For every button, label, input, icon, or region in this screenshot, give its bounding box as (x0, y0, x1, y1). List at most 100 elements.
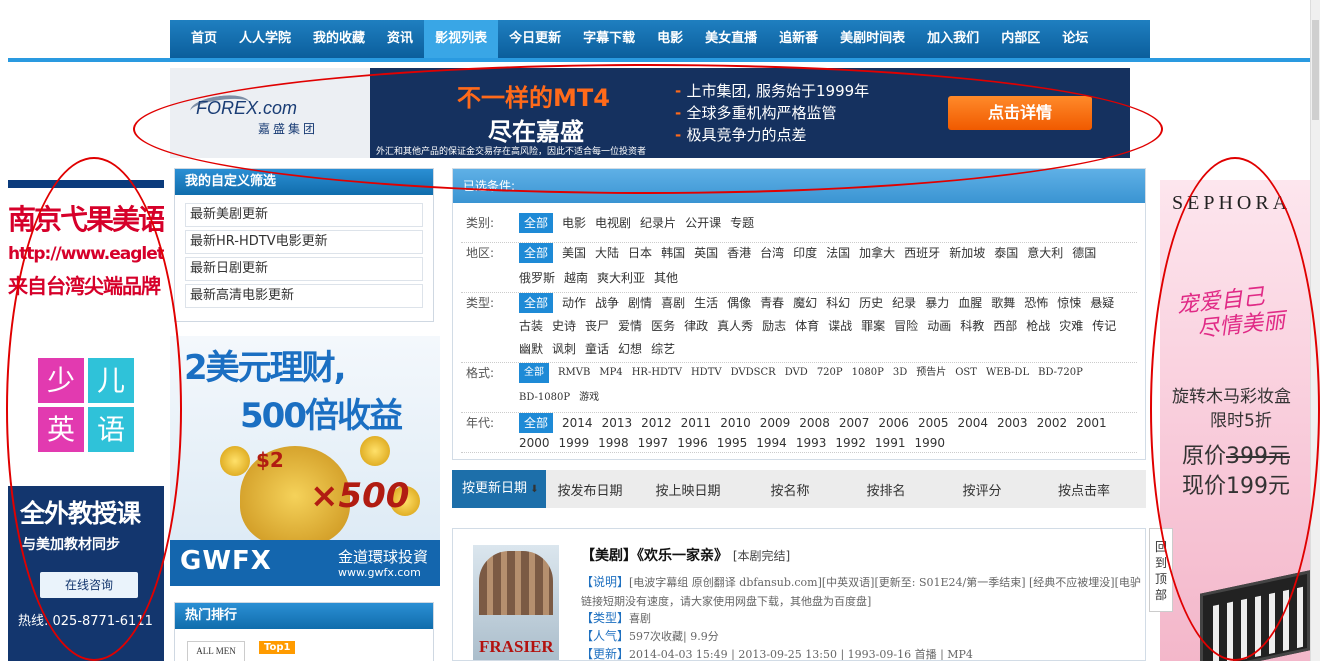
filter-option[interactable]: 全部 (519, 363, 549, 383)
filter-option[interactable]: 幻想 (618, 339, 642, 359)
filter-option[interactable]: 新加坡 (949, 243, 985, 263)
filter-option[interactable]: 加拿大 (859, 243, 895, 263)
filter-option[interactable]: 全部 (519, 293, 554, 313)
filter-option[interactable]: 纪录 (892, 293, 916, 313)
filter-option[interactable]: 泰国 (994, 243, 1018, 263)
filter-option[interactable]: 史诗 (552, 316, 576, 336)
nav-item[interactable]: 美女直播 (694, 20, 768, 58)
nav-item[interactable]: 电影 (646, 20, 694, 58)
filter-option[interactable]: 纪录片 (640, 213, 676, 233)
filter-option[interactable]: 谍战 (828, 316, 852, 336)
filter-option[interactable]: BD-1080P (519, 388, 570, 408)
filter-option[interactable]: 体育 (795, 316, 819, 336)
nav-item[interactable]: 字幕下载 (572, 20, 646, 58)
filter-option[interactable]: 喜剧 (661, 293, 685, 313)
filter-option[interactable]: 战争 (595, 293, 619, 313)
filter-option[interactable]: 2011 (681, 413, 712, 433)
filter-option[interactable]: 全部 (519, 243, 554, 263)
filter-option[interactable]: 1990 (914, 433, 945, 453)
nav-item[interactable]: 内部区 (990, 20, 1051, 58)
show-poster[interactable]: FRASIER (473, 545, 559, 660)
sort-option[interactable]: 按排名 (838, 480, 934, 499)
custom-filter-item[interactable]: 最新日剧更新 (185, 257, 423, 281)
filter-option[interactable]: 电视剧 (595, 213, 631, 233)
filter-option[interactable]: 全部 (519, 213, 554, 233)
filter-option[interactable]: 1994 (756, 433, 787, 453)
filter-option[interactable]: 冒险 (894, 316, 918, 336)
filter-option[interactable]: 2004 (957, 413, 988, 433)
nav-item[interactable]: 影视列表 (424, 20, 499, 58)
filter-option[interactable]: 印度 (793, 243, 817, 263)
custom-filter-item[interactable]: 最新高清电影更新 (185, 284, 423, 308)
scrollbar-thumb[interactable] (1312, 20, 1319, 120)
filter-option[interactable]: 德国 (1072, 243, 1096, 263)
filter-option[interactable]: 综艺 (651, 339, 675, 359)
filter-option[interactable]: 2013 (602, 413, 633, 433)
filter-option[interactable]: 历史 (859, 293, 883, 313)
custom-filter-item[interactable]: 最新美剧更新 (185, 203, 423, 227)
filter-option[interactable]: 动作 (562, 293, 586, 313)
hot-ranking-thumbnail[interactable]: ALL MEN (187, 641, 245, 661)
filter-option[interactable]: 惊悚 (1057, 293, 1081, 313)
filter-option[interactable]: 爽大利亚 (597, 268, 645, 288)
filter-option[interactable]: 悬疑 (1090, 293, 1114, 313)
filter-option[interactable]: 1992 (835, 433, 866, 453)
filter-option[interactable]: 英国 (694, 243, 718, 263)
sort-option[interactable]: 按上映日期 (634, 480, 742, 499)
filter-option[interactable]: OST (955, 363, 977, 383)
left-side-ad[interactable]: 南京弋果美语 http://www.eagletw.cn 来自台湾尖端品牌 少 … (8, 180, 164, 661)
forex-details-button[interactable]: 点击详情 (948, 96, 1092, 130)
filter-option[interactable]: 1991 (875, 433, 906, 453)
filter-option[interactable]: 其他 (654, 268, 678, 288)
filter-option[interactable]: 西班牙 (904, 243, 940, 263)
filter-option[interactable]: 励志 (762, 316, 786, 336)
nav-item[interactable]: 追新番 (768, 20, 829, 58)
custom-filter-item[interactable]: 最新HR-HDTV电影更新 (185, 230, 423, 254)
filter-option[interactable]: 2009 (760, 413, 791, 433)
nav-item[interactable]: 首页 (180, 20, 228, 58)
filter-option[interactable]: 全部 (519, 413, 554, 433)
filter-option[interactable]: 青春 (760, 293, 784, 313)
filter-option[interactable]: 枪战 (1026, 316, 1050, 336)
filter-option[interactable]: 1993 (796, 433, 827, 453)
sort-option[interactable]: 按评分 (934, 480, 1030, 499)
filter-option[interactable]: RMVB (558, 363, 590, 383)
filter-option[interactable]: 俄罗斯 (519, 268, 555, 288)
filter-option[interactable]: HDTV (691, 363, 722, 383)
filter-option[interactable]: 3D (893, 363, 907, 383)
filter-option[interactable]: 古装 (519, 316, 543, 336)
filter-option[interactable]: 科教 (960, 316, 984, 336)
filter-option[interactable]: 罪案 (861, 316, 885, 336)
filter-option[interactable]: 生活 (694, 293, 718, 313)
right-side-ad[interactable]: SEPHORA 宠爱自己 尽情美丽 旋转木马彩妆盒 限时5折 原价399元 现价… (1160, 180, 1310, 661)
nav-item[interactable]: 资讯 (376, 20, 424, 58)
show-title-text[interactable]: 【美剧】《欢乐一家亲》 (581, 548, 728, 564)
filter-option[interactable]: 游戏 (579, 388, 599, 408)
filter-option[interactable]: 1998 (598, 433, 629, 453)
filter-option[interactable]: 越南 (564, 268, 588, 288)
filter-option[interactable]: 日本 (628, 243, 652, 263)
filter-option[interactable]: 美国 (562, 243, 586, 263)
filter-option[interactable]: DVDSCR (731, 363, 776, 383)
nav-item[interactable]: 我的收藏 (302, 20, 376, 58)
filter-option[interactable]: 1996 (677, 433, 708, 453)
filter-option[interactable]: 爱情 (618, 316, 642, 336)
filter-option[interactable]: 720P (817, 363, 843, 383)
filter-option[interactable]: 2002 (1037, 413, 1068, 433)
filter-option[interactable]: 香港 (727, 243, 751, 263)
sort-option[interactable]: 按点击率 (1030, 480, 1138, 499)
gwfx-ad[interactable]: 2美元理财, 500倍收益 $2 ×500 GWFX 金道環球投資 www.gw… (170, 336, 440, 586)
filter-option[interactable]: DVD (785, 363, 808, 383)
sort-option[interactable]: 按发布日期 (546, 480, 634, 499)
filter-option[interactable]: 童话 (585, 339, 609, 359)
filter-option[interactable]: 1999 (559, 433, 590, 453)
nav-item[interactable]: 美剧时间表 (829, 20, 916, 58)
nav-item[interactable]: 论坛 (1051, 20, 1099, 58)
filter-option[interactable]: 真人秀 (717, 316, 753, 336)
filter-option[interactable]: 2014 (562, 413, 593, 433)
filter-option[interactable]: WEB-DL (986, 363, 1029, 383)
filter-option[interactable]: 偶像 (727, 293, 751, 313)
filter-option[interactable]: 2005 (918, 413, 949, 433)
filter-option[interactable]: 暴力 (925, 293, 949, 313)
filter-option[interactable]: 2012 (641, 413, 672, 433)
